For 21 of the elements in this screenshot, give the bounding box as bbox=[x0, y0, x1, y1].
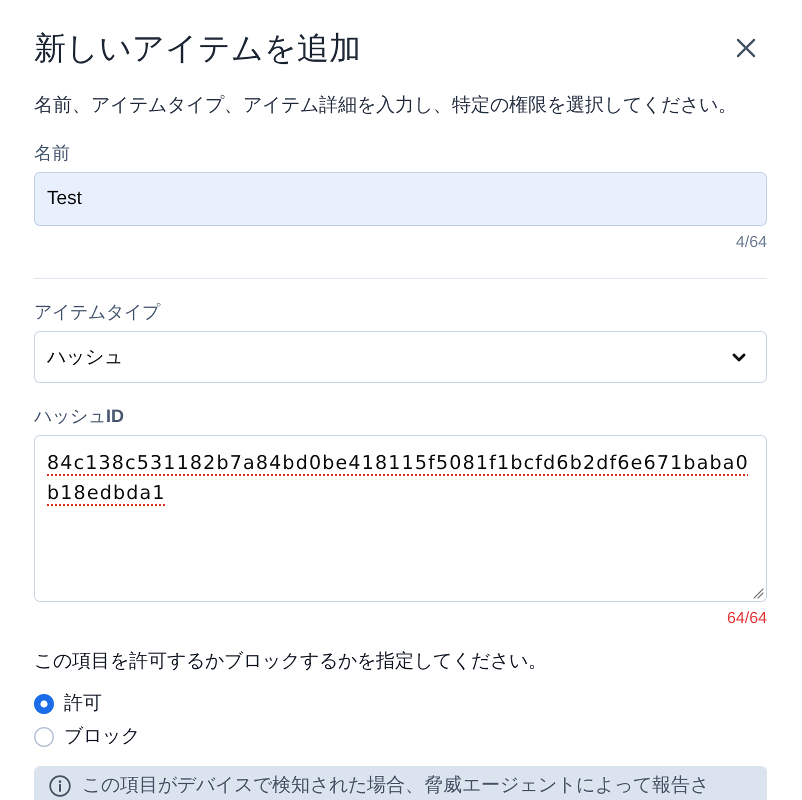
field-label: アイテムタイプ bbox=[34, 301, 162, 324]
radio-label[interactable]: 許可 bbox=[64, 690, 102, 716]
close-icon bbox=[736, 38, 756, 58]
dropdown[interactable]: ハッシュ bbox=[34, 331, 767, 383]
character-counter: 64/64 bbox=[726, 609, 767, 629]
question-text: この項目を許可するかブロックするかを指定してください。 bbox=[34, 650, 548, 674]
radio-label[interactable]: ブロック bbox=[64, 724, 140, 750]
description-text: 名前、アイテムタイプ、アイテム詳細を入力し、特定の権限を選択してください。 bbox=[34, 94, 738, 118]
dialog-title: 新しいアイテムを追加 bbox=[34, 29, 361, 68]
info-icon bbox=[49, 775, 71, 797]
notice-text: この項目がデバイスで検知された場合、脅威エージェントによって報告さ bbox=[82, 776, 709, 796]
field-label: ハッシュID bbox=[34, 405, 125, 428]
character-counter: 4/64 bbox=[734, 233, 767, 253]
field-label: 名前 bbox=[34, 142, 71, 165]
resize-handle-icon bbox=[753, 588, 764, 599]
text-area[interactable]: 84c138c531182b7a84bd0be418115f5081f1bcfd6b2df6e671baba0b18edbda1 bbox=[34, 435, 767, 602]
chevron-down-icon bbox=[732, 352, 746, 362]
radio-button[interactable] bbox=[34, 694, 54, 714]
close-button[interactable] bbox=[736, 38, 756, 58]
radio-button[interactable] bbox=[34, 726, 54, 746]
text-input[interactable]: Test bbox=[34, 172, 767, 226]
